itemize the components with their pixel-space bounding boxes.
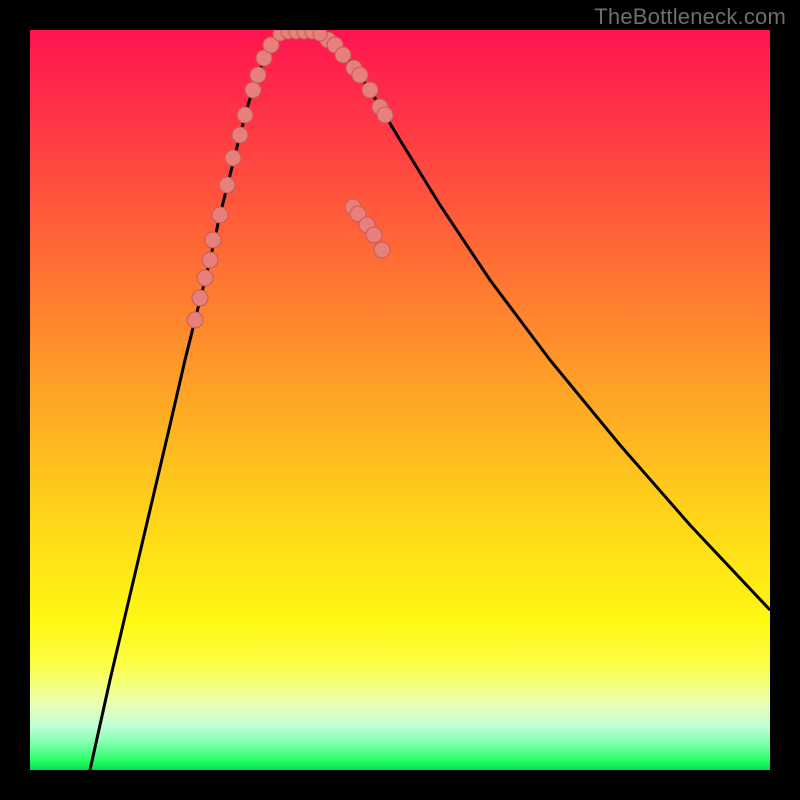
watermark-text: TheBottleneck.com: [594, 4, 786, 30]
plot-area: [30, 30, 770, 770]
data-point: [197, 270, 213, 286]
curve-svg: [30, 30, 770, 770]
data-point: [335, 47, 351, 63]
data-point: [202, 252, 218, 268]
data-point: [219, 177, 235, 193]
data-point: [232, 127, 248, 143]
data-point: [313, 30, 327, 41]
data-point: [212, 207, 228, 223]
data-point: [192, 290, 208, 306]
data-point: [352, 67, 368, 83]
data-point: [237, 107, 253, 123]
data-point: [377, 107, 393, 123]
data-point: [205, 232, 221, 248]
chart-frame: TheBottleneck.com: [0, 0, 800, 800]
dots-left-branch: [187, 37, 279, 328]
data-point: [374, 242, 390, 258]
data-point: [225, 150, 241, 166]
dots-bottom: [273, 30, 327, 41]
data-point: [250, 67, 266, 83]
data-point: [187, 312, 203, 328]
bottleneck-curve: [90, 32, 770, 770]
data-point: [366, 227, 382, 243]
dots-right-branch: [320, 32, 393, 258]
data-point: [362, 82, 378, 98]
data-point: [245, 82, 261, 98]
